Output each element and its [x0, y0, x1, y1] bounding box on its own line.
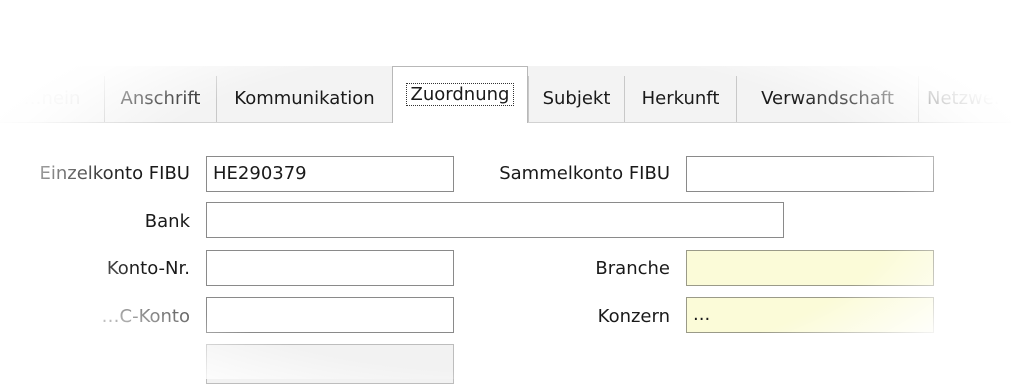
tab-allgemein[interactable]: …nein [0, 76, 104, 122]
einzelkonto-field[interactable]: HE290379 [206, 156, 454, 192]
tab-label: Anschrift [120, 88, 201, 109]
oc-konto-label: …C-Konto [101, 306, 190, 327]
sammelkonto-field[interactable] [686, 156, 934, 192]
tab-label: Netzwe… [927, 88, 1011, 109]
branche-field[interactable] [686, 250, 934, 286]
extra-field[interactable] [206, 344, 454, 384]
oc-konto-field[interactable] [206, 297, 454, 333]
tab-netzwerk[interactable]: Netzwe… [918, 76, 1011, 122]
tab-zuordnung[interactable]: Zuordnung [392, 66, 528, 123]
tab-strip: …nein Anschrift Kommunikation Zuordnung … [0, 66, 1011, 123]
kontonr-field[interactable] [206, 250, 454, 286]
tab-anschrift[interactable]: Anschrift [104, 76, 216, 122]
konzern-field[interactable]: ... [686, 297, 934, 333]
konzern-label: Konzern [597, 306, 670, 327]
tab-kommunikation[interactable]: Kommunikation [216, 76, 392, 122]
tab-subjekt[interactable]: Subjekt [528, 76, 624, 122]
tab-label: Verwandschaft [761, 88, 894, 109]
einzelkonto-label: Einzelkonto FIBU [39, 163, 191, 184]
bank-label: Bank [144, 211, 190, 232]
tab-label: Zuordnung [405, 83, 515, 106]
sammelkonto-label: Sammelkonto FIBU [499, 163, 670, 184]
tab-label: …nein [23, 88, 81, 109]
kontonr-label: Konto-Nr. [106, 258, 190, 279]
tab-label: Kommunikation [234, 88, 375, 109]
tab-label: Subjekt [542, 88, 611, 109]
bank-field[interactable] [206, 202, 784, 238]
branche-label: Branche [595, 258, 670, 279]
tab-verwandschaft[interactable]: Verwandschaft [736, 76, 918, 122]
tab-herkunft[interactable]: Herkunft [624, 76, 736, 122]
tab-label: Herkunft [641, 88, 720, 109]
